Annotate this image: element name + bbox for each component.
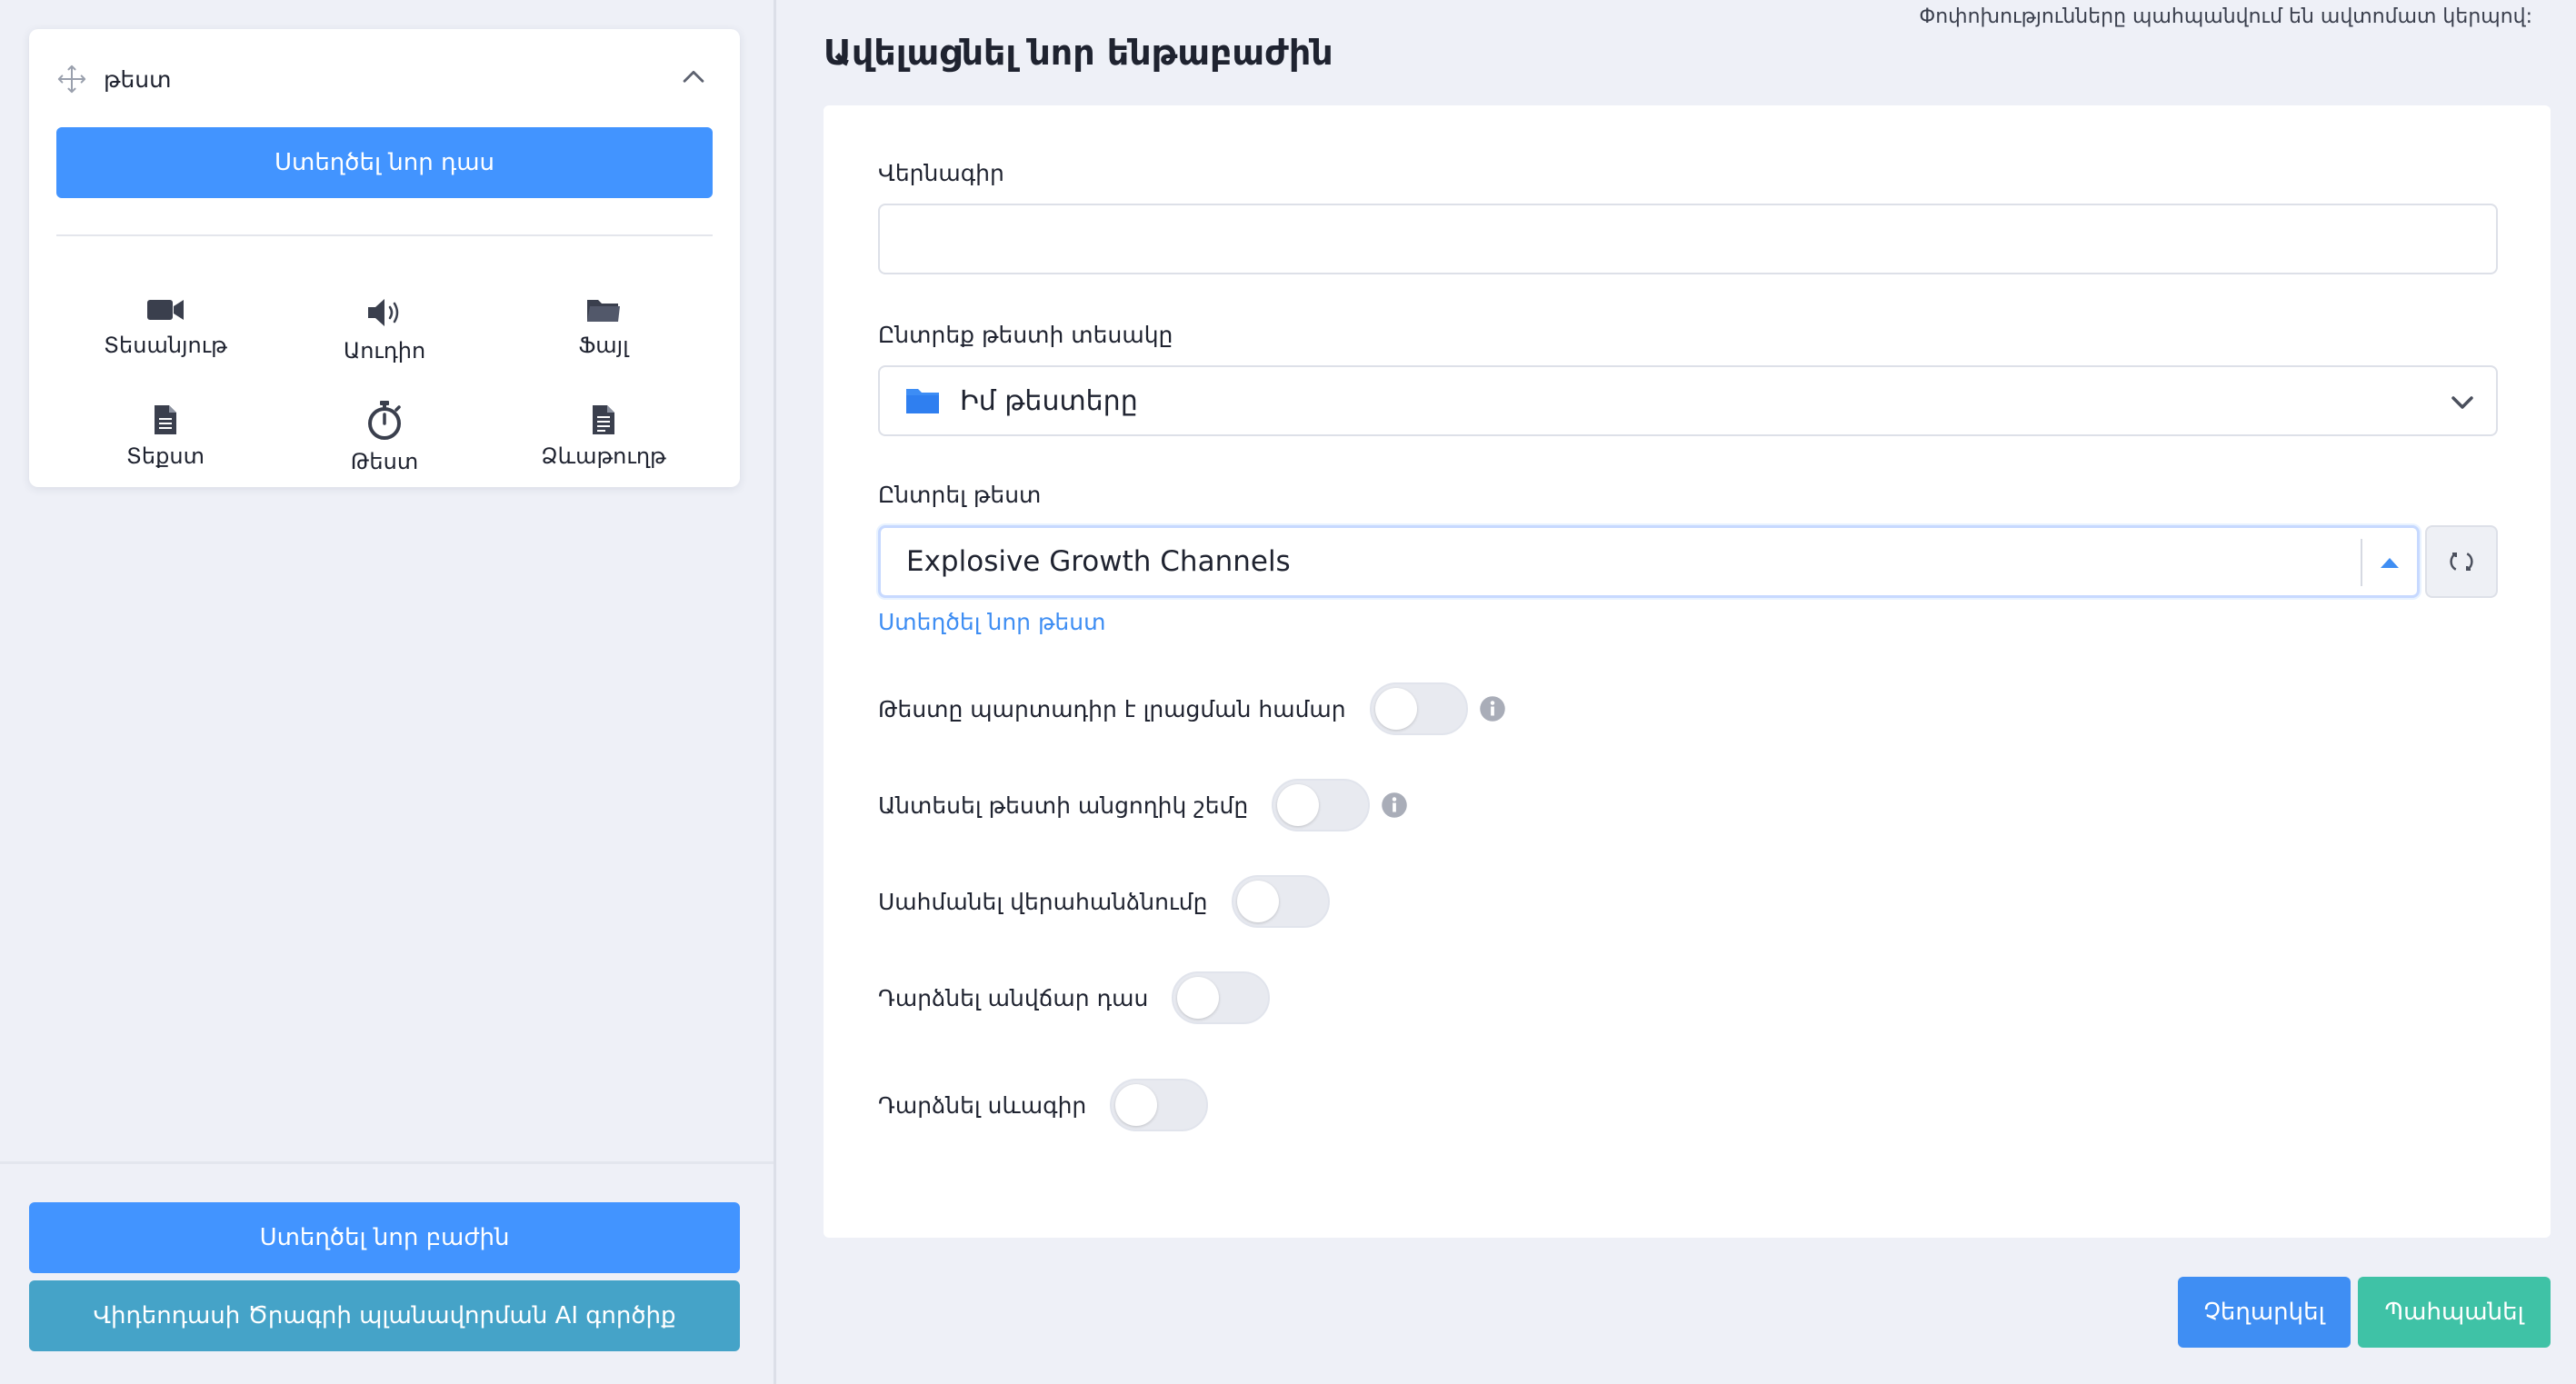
select-test-label: Ընտրել թեստ [878,482,1042,508]
lesson-type-label: Ձևաթուղթ [541,443,666,469]
sidebar: թեստ Ստեղծել նոր դաս Տեսանյութ Աուդիո Ֆա… [0,0,776,1384]
test-combobox[interactable]: Explosive Growth Channels [878,525,2420,598]
drag-move-icon[interactable] [56,64,87,95]
title-input[interactable] [878,204,2498,274]
video-camera-icon [147,300,184,320]
lesson-card: թեստ Ստեղծել նոր դաս Տեսանյութ Աուդիո Ֆա… [29,29,740,487]
test-type-select[interactable]: Իմ թեստերը [878,365,2498,436]
create-new-test-link[interactable]: Ստեղծել նոր թեստ [878,609,1105,635]
info-icon[interactable] [1381,792,1408,819]
lesson-type-text[interactable]: Տեքստ [56,403,275,469]
lesson-type-label: Տեքստ [126,443,205,469]
title-label: Վերնագիր [878,160,1004,186]
audio-speaker-icon [368,299,399,326]
chevron-down-icon [2451,396,2473,409]
toggle-row-ignore-threshold: Անտեսել թեստի անցողիկ շեմը [878,778,1408,832]
lesson-type-file[interactable]: Ֆայլ [494,294,713,358]
toggle-row-retake: Սահմանել վերահանձնումը [878,874,1330,929]
new-lesson-button[interactable]: Ստեղծել նոր դաս [56,127,713,198]
chevron-up-icon[interactable] [678,62,709,93]
ai-planning-tool-button[interactable]: Վիդեոդասի Ծրագրի պլանավորման AI գործիք [29,1280,740,1351]
toggle-label: Անտեսել թեստի անցողիկ շեմը [878,792,1249,819]
lesson-type-label: Թեստ [350,449,419,474]
lesson-type-label: Ֆայլ [578,333,629,358]
draft-toggle-switch[interactable] [1110,1079,1209,1131]
lesson-type-test[interactable]: Թեստ [275,400,494,474]
free-lesson-toggle-switch[interactable] [1172,971,1271,1024]
toggle-row-draft: Դարձնել սևագիր [878,1078,1209,1132]
toggle-label: Սահմանել վերահանձնումը [878,888,1208,915]
lesson-type-audio[interactable]: Աուդիո [275,294,494,363]
stopwatch-icon [368,401,401,440]
lesson-type-video[interactable]: Տեսանյութ [56,294,275,358]
ignore-threshold-toggle-switch[interactable] [1272,779,1371,831]
toggle-label: Թեստը պարտադիր է լրացման համար [878,695,1346,722]
caret-up-icon[interactable] [2377,552,2402,573]
lesson-type-label: Տեսանյութ [104,333,227,358]
info-icon[interactable] [1479,695,1506,722]
lesson-card-title: թեստ [104,65,172,93]
retake-toggle-switch[interactable] [1231,875,1330,928]
refresh-icon [2450,553,2473,571]
assignment-document-icon [593,405,614,434]
cancel-button[interactable]: Չեղարկել [2178,1277,2351,1348]
required-toggle-switch[interactable] [1369,682,1468,735]
sidebar-footer: Ստեղծել նոր բաժին Վիդեոդասի Ծրագրի պլանա… [0,1161,774,1384]
combobox-separator [2361,539,2362,586]
toggle-label: Դարձնել անվճար դաս [878,984,1149,1011]
new-section-button[interactable]: Ստեղծել նոր բաժին [29,1202,740,1273]
toggle-row-required: Թեստը պարտադիր է լրացման համար [878,682,1506,736]
autosave-note: Փոփոխությունները պահպանվում են ավտոմատ կ… [1919,5,2532,28]
text-document-icon [155,405,176,434]
divider [56,234,713,236]
subsection-form: Վերնագիր Ընտրեք թեստի տեսակը Իմ թեստերը … [824,105,2551,1238]
test-type-label: Ընտրեք թեստի տեսակը [878,322,1173,348]
test-combobox-value: Explosive Growth Channels [906,545,1291,578]
save-button[interactable]: Պահպանել [2358,1277,2551,1348]
test-type-value: Իմ թեստերը [960,384,1138,417]
folder-icon [906,389,939,413]
lesson-type-assignment[interactable]: Ձևաթուղթ [494,403,713,469]
lesson-type-label: Աուդիո [343,338,426,363]
page-title: Ավելացնել նոր ենթաբաժին [824,33,1333,73]
folder-icon [587,300,620,322]
lesson-type-grid: Տեսանյութ Աուդիո Ֆայլ Տեքստ Թեստ Ձևաթուղ… [56,299,713,483]
toggle-row-free-lesson: Դարձնել անվճար դաս [878,971,1271,1025]
lesson-card-header: թեստ [56,56,713,102]
toggle-label: Դարձնել սևագիր [878,1091,1087,1119]
refresh-tests-button[interactable] [2425,525,2498,598]
